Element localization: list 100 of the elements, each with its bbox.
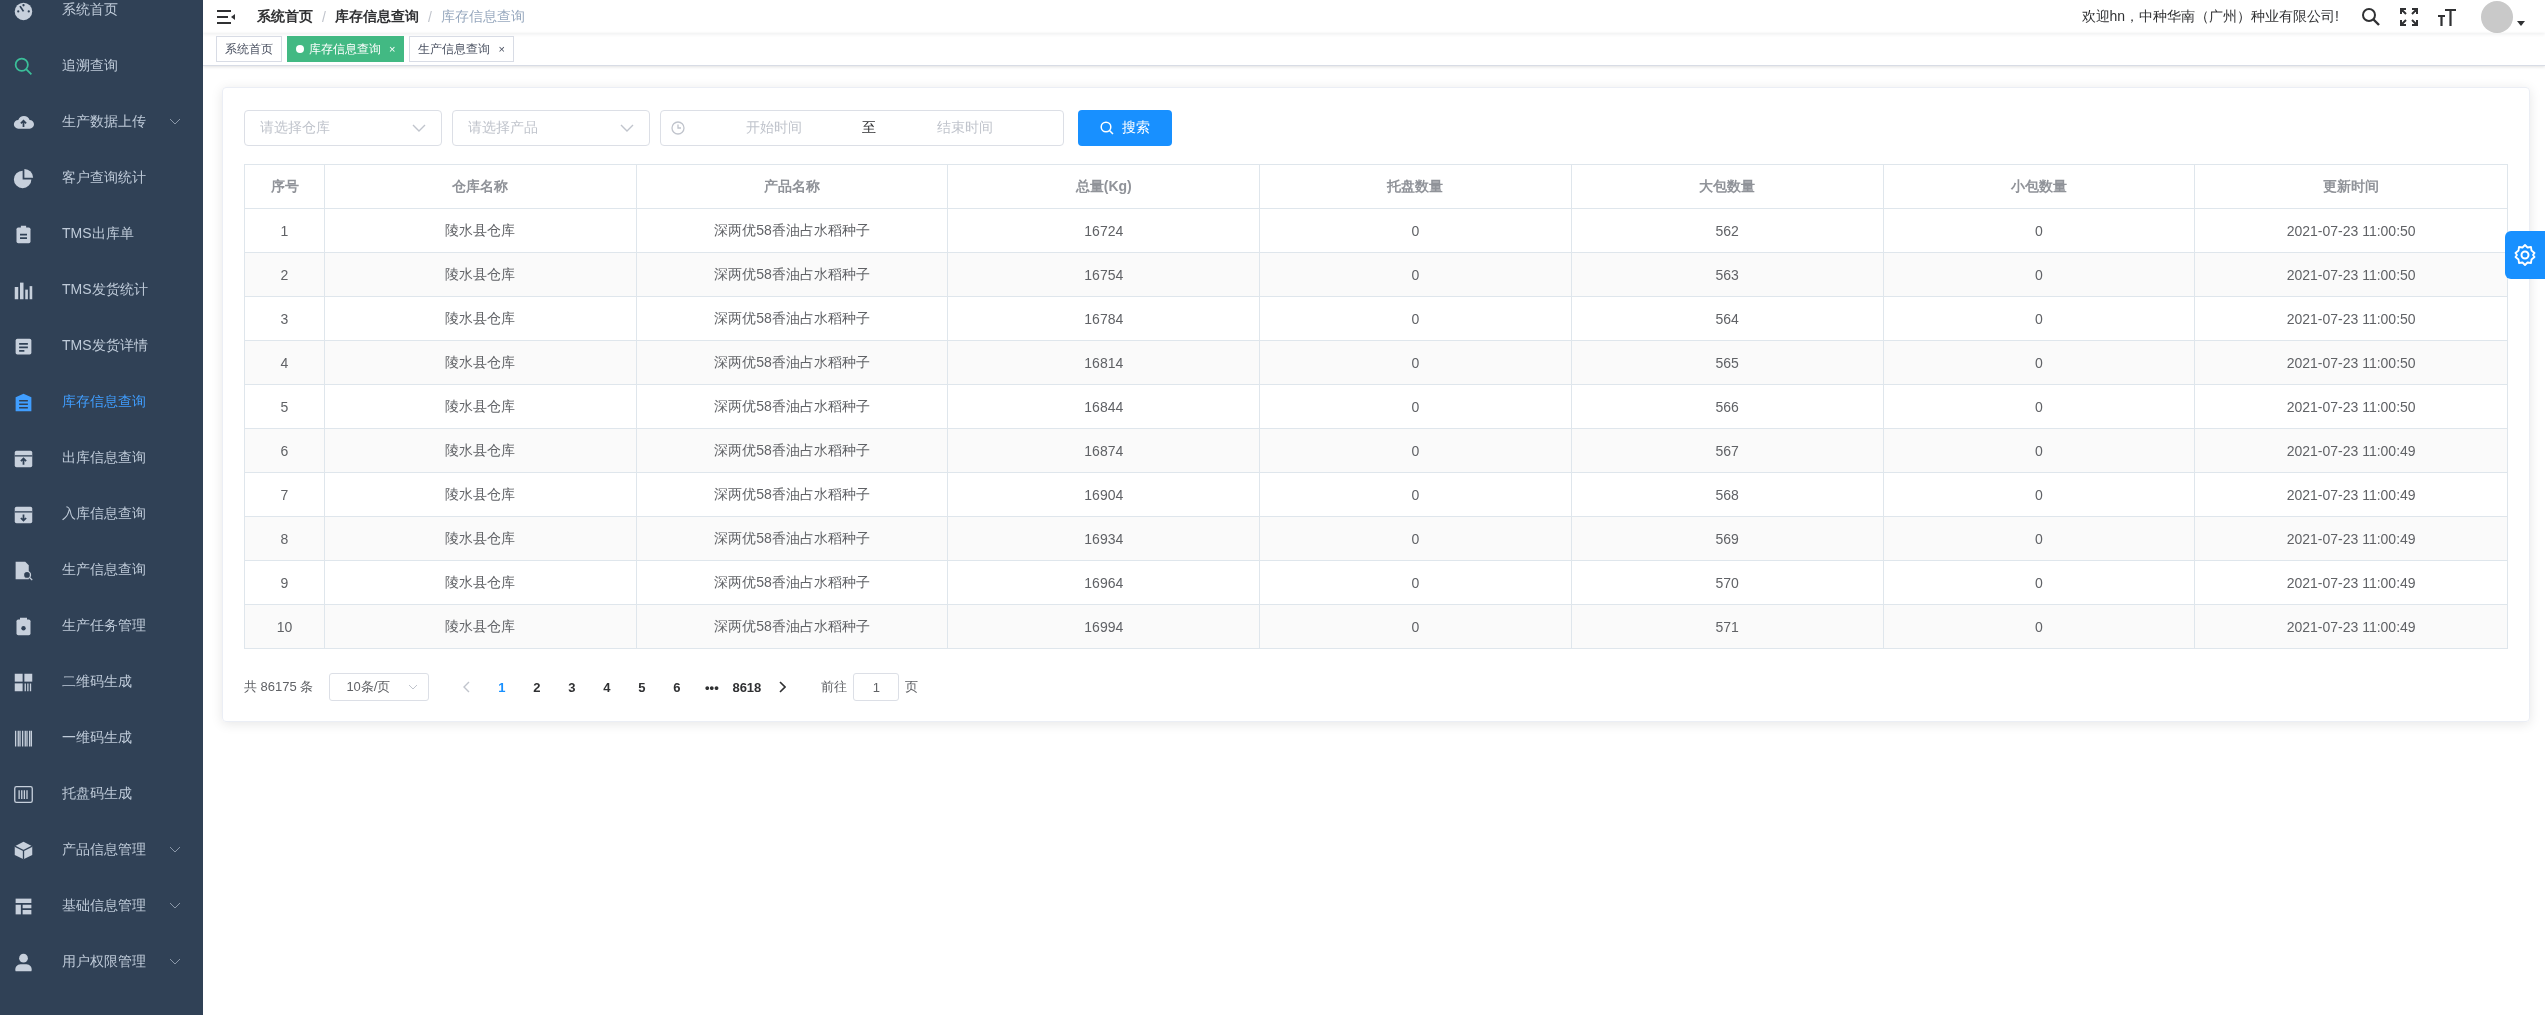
menu-icon xyxy=(13,951,34,973)
page-size-select[interactable]: 10条/页 xyxy=(329,673,430,701)
menu-icon xyxy=(13,671,34,693)
table-cell: 0 xyxy=(1883,341,2196,385)
table-cell: 0 xyxy=(1260,253,1572,297)
sidebar-item[interactable]: 库存信息查询 xyxy=(0,374,203,430)
sidebar-item[interactable]: 托盘码生成 xyxy=(0,766,203,822)
table-cell: 2021-07-23 11:00:50 xyxy=(2195,253,2507,297)
table-cell: 陵水县仓库 xyxy=(325,253,637,297)
caret-icon[interactable] xyxy=(2517,20,2525,27)
table-cell: 6 xyxy=(245,429,325,473)
page-input[interactable]: 1 xyxy=(853,673,900,701)
table-cell: 深两优58香油占水稻种子 xyxy=(636,517,949,561)
menu-icon xyxy=(13,559,34,581)
breadcrumb-item[interactable]: 库存信息查询 xyxy=(334,7,419,26)
table-cell: 陵水县仓库 xyxy=(325,429,637,473)
menu-icon xyxy=(13,55,34,77)
page-number[interactable]: 8618 xyxy=(729,673,765,701)
settings-button[interactable] xyxy=(2505,231,2545,279)
table-cell: 深两优58香油占水稻种子 xyxy=(636,429,949,473)
table-cell: 0 xyxy=(1260,429,1572,473)
chevron-down-icon xyxy=(408,684,419,690)
column-header: 更新时间 xyxy=(2195,165,2507,209)
breadcrumb-separator: / xyxy=(427,8,432,25)
page-number[interactable]: 6 xyxy=(659,673,695,701)
table-cell: 陵水县仓库 xyxy=(325,517,637,561)
search-icon[interactable] xyxy=(2361,6,2381,27)
sidebar-item[interactable]: 一维码生成 xyxy=(0,710,203,766)
table-cell: 16874 xyxy=(948,429,1261,473)
page-tab[interactable]: 生产信息查询 × xyxy=(409,36,514,62)
date-range-field[interactable]: 开始时间 至 结束时间 xyxy=(660,110,1064,146)
sidebar-item[interactable]: 入库信息查询 xyxy=(0,486,203,542)
sidebar-item[interactable]: 出库信息查询 xyxy=(0,430,203,486)
column-header: 产品名称 xyxy=(636,165,949,209)
table-cell: 16994 xyxy=(948,605,1261,649)
menu-icon xyxy=(13,167,34,189)
table-cell: 565 xyxy=(1571,341,1884,385)
settings-icon xyxy=(2513,243,2537,267)
sidebar-item[interactable]: 生产数据上传 xyxy=(0,94,203,150)
table-cell: 4 xyxy=(245,341,325,385)
page-tab[interactable]: 系统首页 xyxy=(216,36,282,62)
table-cell: 深两优58香油占水稻种子 xyxy=(636,253,949,297)
page-number[interactable]: 4 xyxy=(589,673,625,701)
table-cell: 0 xyxy=(1883,605,2196,649)
table-cell: 2021-07-23 11:00:49 xyxy=(2195,517,2507,561)
table-cell: 0 xyxy=(1260,341,1572,385)
table-cell: 2021-07-23 11:00:50 xyxy=(2195,341,2507,385)
breadcrumb-item[interactable]: 系统首页 xyxy=(257,7,313,26)
menu-toggle-icon[interactable] xyxy=(217,9,235,24)
breadcrumb-item: 库存信息查询 xyxy=(440,7,525,26)
chevron-down-icon xyxy=(412,124,426,132)
table-cell: 10 xyxy=(245,605,325,649)
chevron-down-icon xyxy=(620,124,634,132)
table-cell: 2021-07-23 11:00:49 xyxy=(2195,429,2507,473)
table-cell: 0 xyxy=(1883,429,2196,473)
chevron-left-icon xyxy=(462,681,471,693)
page-number[interactable]: 3 xyxy=(554,673,590,701)
breadcrumb-separator: / xyxy=(322,8,326,25)
column-header: 仓库名称 xyxy=(325,165,637,209)
column-header: 大包数量 xyxy=(1571,165,1884,209)
sidebar-item[interactable]: 系统首页 xyxy=(0,0,203,38)
table-cell: 0 xyxy=(1260,517,1572,561)
sidebar-item[interactable]: 生产任务管理 xyxy=(0,598,203,654)
page-number[interactable]: 5 xyxy=(624,673,660,701)
sidebar-item[interactable]: 二维码生成 xyxy=(0,654,203,710)
column-header: 序号 xyxy=(245,165,325,209)
total-count: 共 86175 条 xyxy=(244,678,314,696)
table-cell: 0 xyxy=(1883,253,2196,297)
table-cell: 0 xyxy=(1260,605,1572,649)
sidebar-item[interactable]: TMS出库单 xyxy=(0,206,203,262)
table-cell: 16814 xyxy=(948,341,1261,385)
font-size-icon[interactable] xyxy=(2437,6,2457,27)
sidebar-item[interactable]: TMS发货详情 xyxy=(0,318,203,374)
search-icon xyxy=(1100,121,1114,135)
table-cell: 陵水县仓库 xyxy=(325,341,637,385)
table-cell: 16934 xyxy=(948,517,1261,561)
sidebar-item[interactable]: 追溯查询 xyxy=(0,38,203,94)
clock-icon xyxy=(671,121,685,135)
sidebar-item[interactable]: 基础信息管理 xyxy=(0,878,203,934)
welcome-text: 欢迎hn，中种华南（广州）种业有限公司! xyxy=(2081,7,2339,26)
sidebar-item[interactable]: 产品信息管理 xyxy=(0,822,203,878)
table-cell: 0 xyxy=(1883,517,2196,561)
more-pages-button[interactable]: ••• xyxy=(694,673,730,701)
table-cell: 深两优58香油占水稻种子 xyxy=(636,341,949,385)
sidebar-item[interactable]: 客户查询统计 xyxy=(0,150,203,206)
column-header: 总量(Kg) xyxy=(948,165,1261,209)
goto-label: 前往 xyxy=(821,678,848,696)
page-number[interactable]: 2 xyxy=(519,673,555,701)
sidebar-item[interactable]: 用户权限管理 xyxy=(0,934,203,990)
sidebar-item[interactable]: 生产信息查询 xyxy=(0,542,203,598)
table-cell: 深两优58香油占水稻种子 xyxy=(636,605,949,649)
menu-icon xyxy=(13,391,34,413)
page-unit: 页 xyxy=(905,678,919,696)
menu-icon xyxy=(13,839,34,861)
table-cell: 2 xyxy=(245,253,325,297)
table-cell: 2021-07-23 11:00:49 xyxy=(2195,605,2507,649)
fullscreen-icon[interactable] xyxy=(2399,6,2419,27)
column-header: 托盘数量 xyxy=(1260,165,1572,209)
table-cell: 563 xyxy=(1571,253,1884,297)
sidebar-item[interactable]: TMS发货统计 xyxy=(0,262,203,318)
